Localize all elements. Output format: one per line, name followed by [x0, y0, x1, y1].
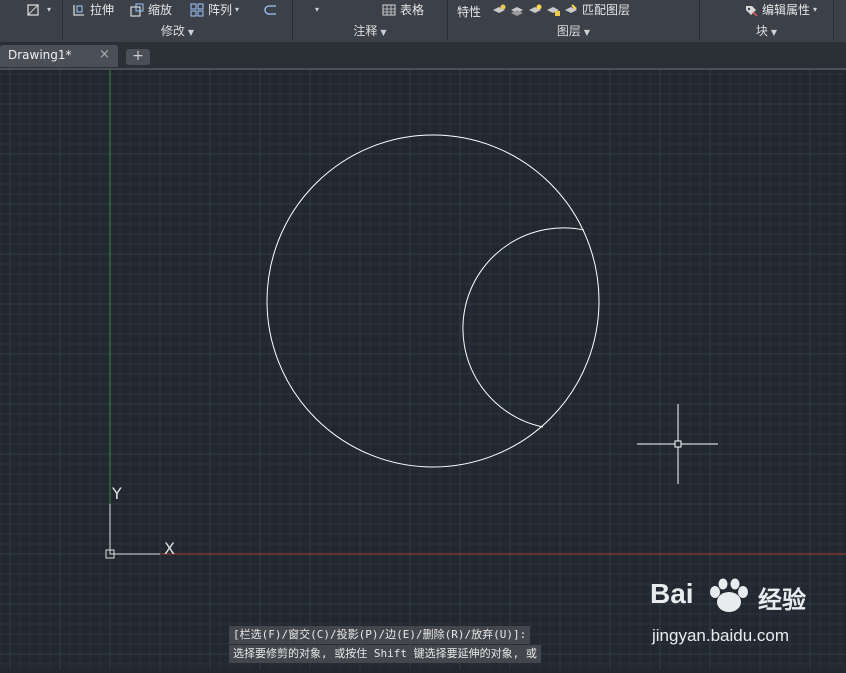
- scale-icon: [130, 3, 144, 17]
- watermark-brand: Bai: [650, 578, 694, 609]
- tab-title: Drawing1*: [8, 48, 72, 62]
- chevron-down-icon: ▼: [583, 28, 591, 37]
- chevron-down-icon[interactable]: ▾: [235, 1, 239, 19]
- layer-icon[interactable]: [492, 3, 506, 17]
- tab-drawing1[interactable]: Drawing1* ×: [0, 45, 118, 67]
- scale-label: 缩放: [148, 3, 173, 17]
- chevron-down-icon: ▼: [380, 28, 387, 37]
- close-icon[interactable]: ×: [99, 47, 110, 62]
- panel-layers-label: 图层: [556, 24, 581, 38]
- panel-annotate[interactable]: 注释 ▼: [293, 23, 447, 40]
- match-layer-icon: [565, 4, 577, 13]
- panel-layers[interactable]: 图层 ▼: [448, 23, 699, 40]
- crop-tool[interactable]: ▾: [26, 0, 51, 20]
- array-button[interactable]: 阵列 ▾: [190, 0, 239, 20]
- array-icon: [190, 3, 204, 17]
- file-tab-bar: Drawing1* × +: [0, 42, 846, 70]
- crop-icon: [27, 4, 39, 16]
- panel-block[interactable]: 块 ▼: [700, 23, 833, 40]
- edit-attributes-icon: [746, 6, 758, 17]
- ucs-x-label: X: [164, 539, 175, 558]
- baidu-paw-icon: [710, 578, 748, 612]
- crosshair-cursor: [637, 404, 718, 484]
- large-circle[interactable]: [266, 134, 600, 468]
- edit-attributes-button[interactable]: 编辑属性 ▾: [744, 0, 817, 20]
- array-label: 阵列: [208, 3, 233, 17]
- panel-block-label: 块: [755, 24, 768, 38]
- chevron-down-icon: ▼: [770, 28, 778, 37]
- ucs-y-label: Y: [111, 484, 122, 503]
- scale-button[interactable]: 缩放: [130, 0, 172, 20]
- layer-tools: 匹配图层: [492, 0, 630, 20]
- layer-icon[interactable]: [546, 3, 560, 17]
- stretch-icon: [73, 5, 84, 16]
- command-history-line-2: 选择要修剪的对象, 或按住 Shift 键选择要延伸的对象, 或: [229, 645, 541, 663]
- command-history-line-1: [栏选(F)/窗交(C)/投影(P)/边(E)/删除(R)/放弃(U)]:: [229, 626, 531, 644]
- stretch-label: 拉伸: [90, 3, 115, 17]
- annotate-dropdown[interactable]: ▾: [312, 0, 319, 20]
- offset-icon: [264, 5, 276, 15]
- table-button[interactable]: 表格: [382, 0, 424, 20]
- panel-modify[interactable]: 修改 ▼: [63, 23, 292, 40]
- chevron-down-icon: ▼: [187, 28, 195, 37]
- table-icon: [382, 4, 396, 16]
- layer-icon[interactable]: [528, 3, 542, 17]
- watermark-url: jingyan.baidu.com: [652, 626, 790, 645]
- separator: [833, 0, 834, 40]
- table-label: 表格: [400, 3, 425, 17]
- panel-modify-label: 修改: [160, 24, 185, 38]
- layer-icon[interactable]: [510, 3, 524, 17]
- properties-label: 特性: [457, 5, 482, 19]
- chevron-down-icon[interactable]: ▾: [315, 1, 319, 19]
- new-tab-button[interactable]: +: [126, 49, 150, 65]
- chevron-down-icon[interactable]: ▾: [47, 1, 51, 19]
- edit-attributes-label: 编辑属性: [762, 3, 811, 17]
- trimmed-arc[interactable]: [462, 227, 585, 428]
- stretch-button[interactable]: 拉伸: [72, 0, 114, 20]
- panel-annotate-label: 注释: [353, 24, 378, 38]
- chevron-down-icon[interactable]: ▾: [813, 1, 817, 19]
- baidu-watermark: Bai 经验 jingyan.baidu.com: [650, 578, 840, 658]
- offset-button[interactable]: [264, 0, 282, 20]
- watermark-brand-cn: 经验: [758, 586, 806, 614]
- match-layer-label[interactable]: 匹配图层: [582, 1, 630, 19]
- properties-button[interactable]: 特性: [457, 2, 481, 22]
- ribbon: ▾ 拉伸 缩放 阵列 ▾ ▾ 表格 特性 匹配图层 编辑属性 ▾ 修改 ▼ 注释…: [0, 0, 846, 42]
